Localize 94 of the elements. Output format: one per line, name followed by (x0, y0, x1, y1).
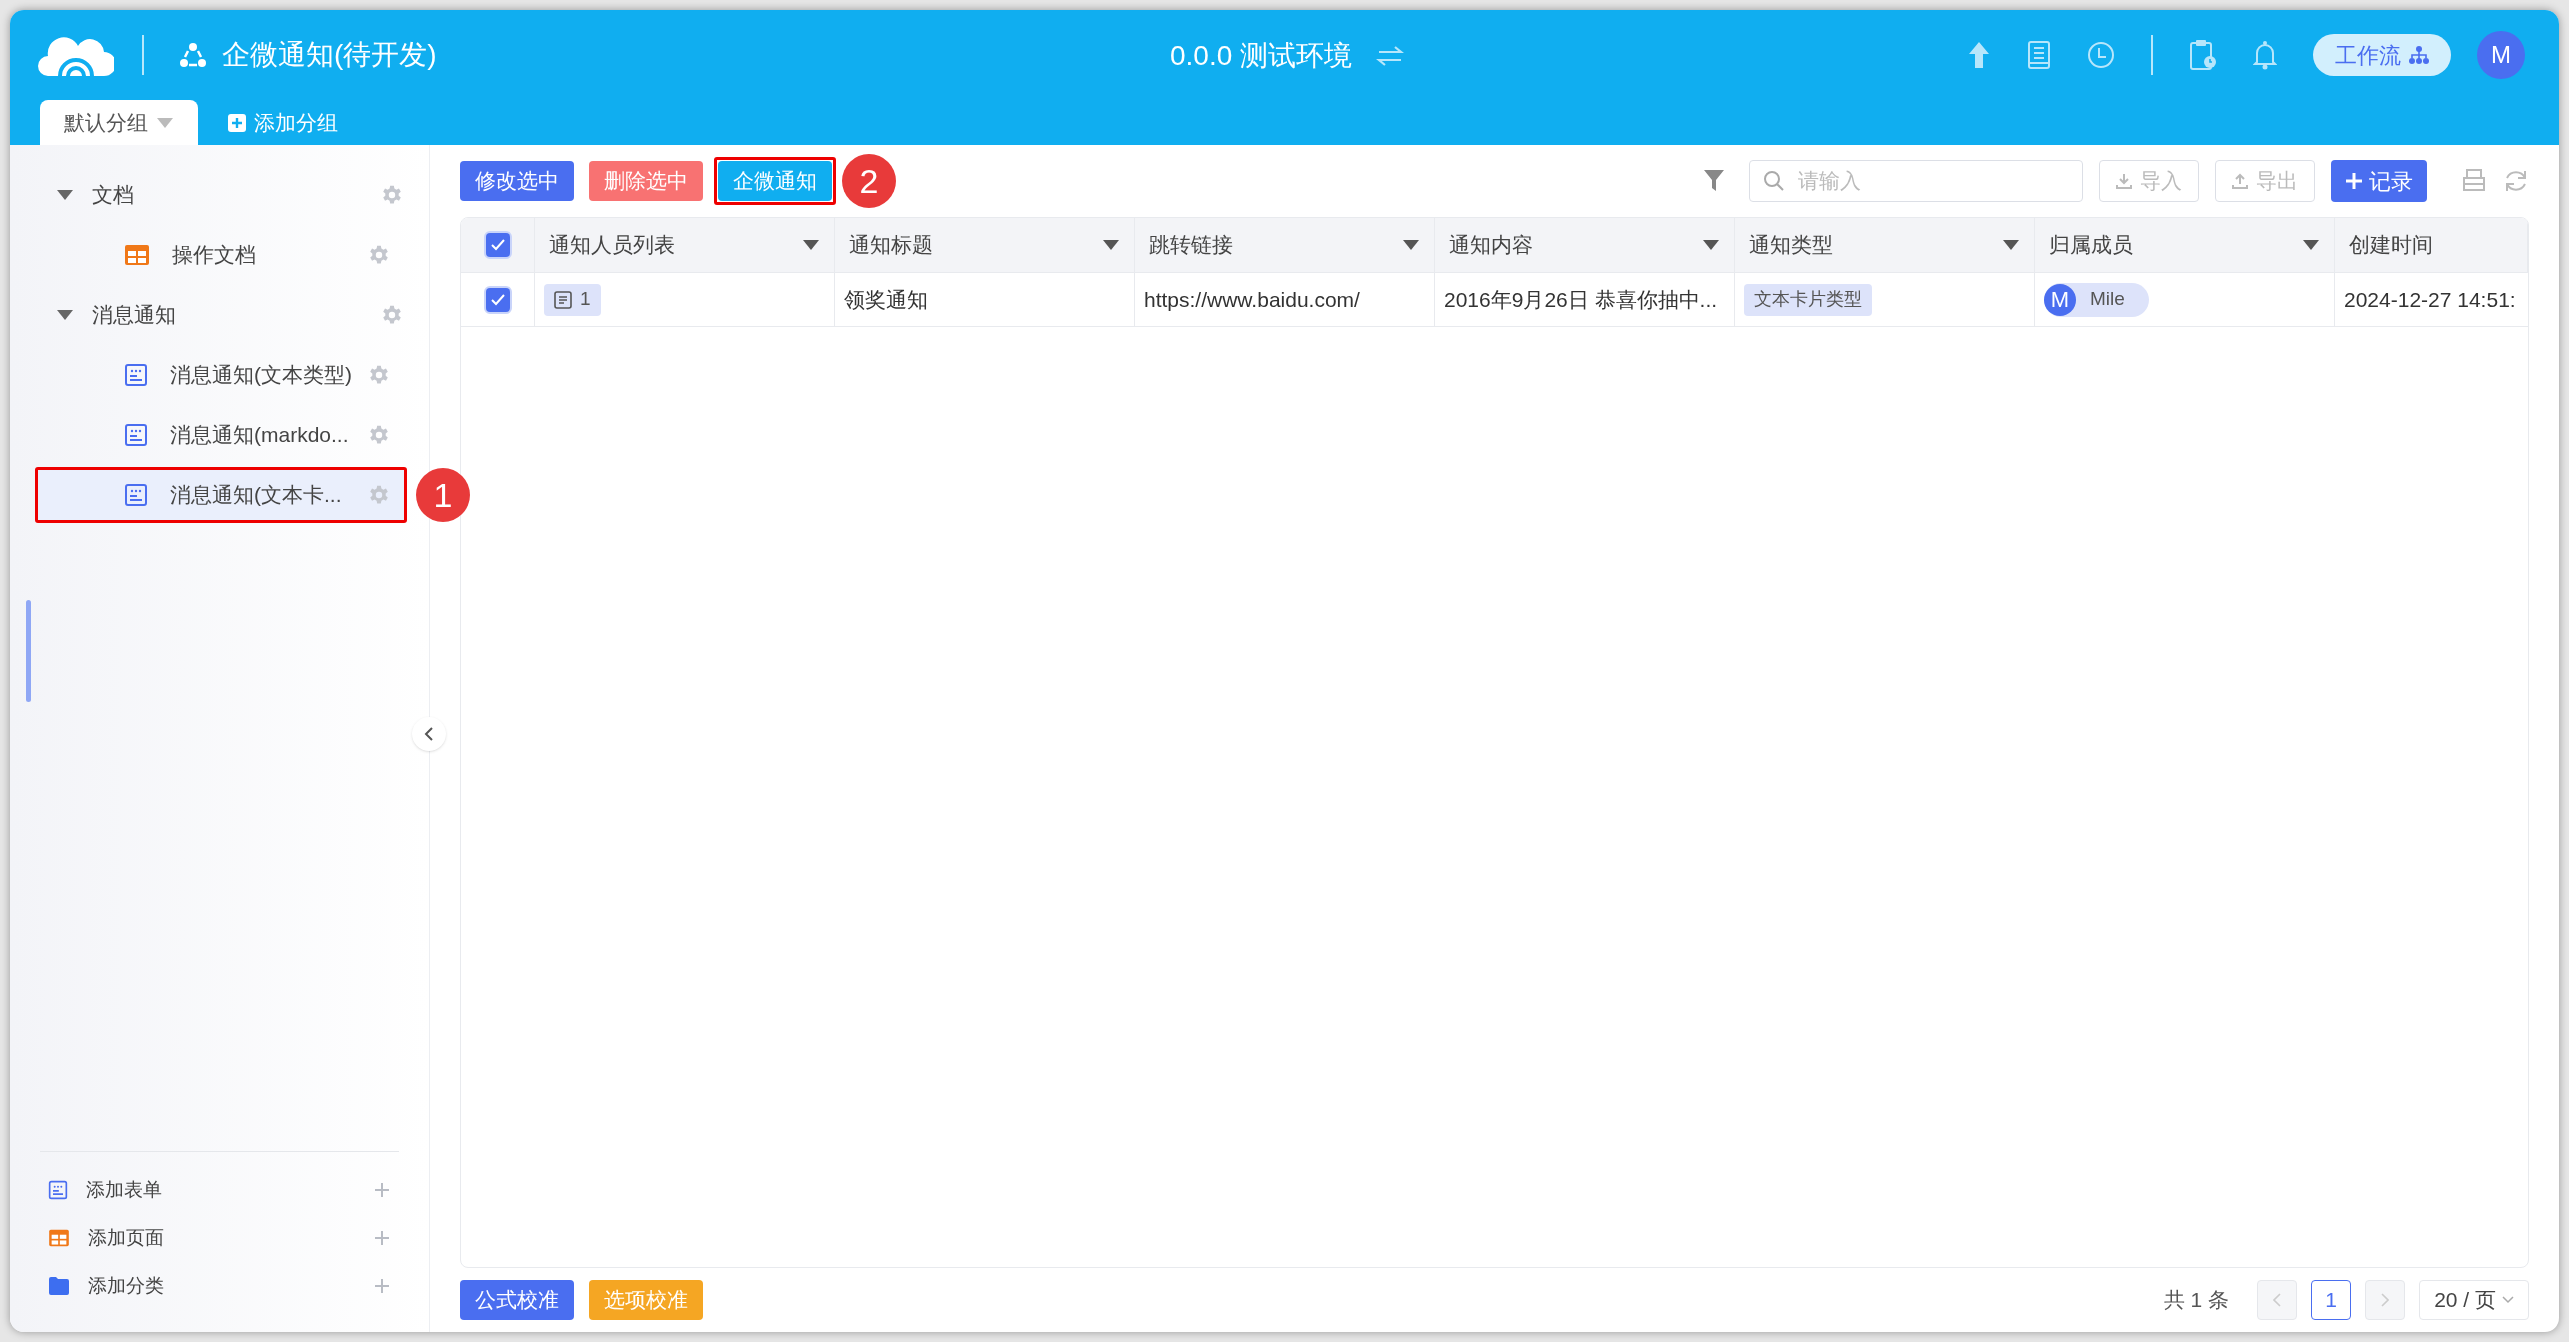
book-icon[interactable] (2027, 40, 2051, 70)
add-item-link[interactable]: 添加页面 (88, 1223, 355, 1253)
type-tag: 文本卡片类型 (1744, 283, 1872, 316)
column-header[interactable]: 跳转链接 (1149, 229, 1402, 261)
page-button[interactable]: 1 (2311, 1280, 2352, 1320)
table-cell-text: 领奖通知 (844, 286, 928, 313)
footer-button[interactable]: 公式校准 (460, 1280, 574, 1320)
table-row[interactable]: 1 领奖通知 https://www.baidu.com/ 2016年9月26日 恭喜你抽中... 文本卡片类型 M Mile 2024-12-27 14:51: (461, 273, 2528, 327)
check-icon (490, 293, 505, 306)
sitemap-icon (2409, 45, 2429, 65)
workflow-button[interactable]: 工作流 (2313, 34, 2451, 76)
table-cell-text: 2024-12-27 14:51: (2344, 286, 2516, 313)
refresh-icon[interactable] (2503, 168, 2529, 194)
chevron-left-icon (2273, 1293, 2282, 1307)
link-cell[interactable]: https://www.baidu.com/ (1144, 283, 1360, 316)
column-menu-caret-icon[interactable] (2002, 239, 2020, 251)
search-icon (1763, 170, 1785, 192)
plus-icon[interactable] (373, 1229, 391, 1247)
gear-icon[interactable] (381, 304, 403, 326)
collapse-sidebar-button[interactable] (412, 717, 446, 751)
column-menu-caret-icon[interactable] (1402, 239, 1420, 251)
app-title: 企微通知(待开发) (222, 38, 437, 72)
caret-icon[interactable] (56, 189, 74, 201)
chevron-left-icon (424, 726, 434, 742)
table-cell-text: 2016年9月26日 恭喜你抽中... (1444, 286, 1718, 313)
user-avatar[interactable]: M (2477, 31, 2525, 79)
plus-icon (2345, 172, 2363, 190)
caret-icon[interactable] (56, 309, 74, 321)
clipboard-clock-icon[interactable] (2189, 39, 2217, 71)
sidebar-item[interactable]: 消息通知(文本卡... (38, 470, 404, 520)
category-label[interactable]: 文档 (92, 179, 363, 211)
sidebar-item[interactable]: 操作文档 (38, 230, 404, 280)
column-menu-caret-icon[interactable] (802, 239, 820, 251)
step-number: 2 (842, 154, 896, 208)
column-header[interactable]: 通知类型 (1749, 229, 2002, 261)
form-icon (124, 423, 148, 447)
search-field[interactable]: 请输入 (1749, 160, 2083, 202)
row-checkbox[interactable] (485, 287, 510, 312)
form-icon (48, 1180, 68, 1200)
plus-icon[interactable] (373, 1181, 391, 1199)
page-size-select[interactable]: 20 / 页 (2419, 1280, 2529, 1320)
sidebar-item[interactable]: 消息通知(markdo... (38, 410, 404, 460)
member-count-tag[interactable]: 1 (544, 283, 601, 316)
step-number: 1 (416, 468, 470, 522)
next-page-button[interactable] (2365, 1280, 2406, 1320)
environment-name: 0.0.0 测试环境 (1170, 39, 1353, 73)
column-header[interactable]: 通知人员列表 (549, 229, 802, 261)
sidebar-item[interactable]: 消息通知(文本类型) (38, 350, 404, 400)
group-tab[interactable]: 默认分组 (40, 100, 198, 145)
download-icon (2116, 173, 2132, 189)
category-label[interactable]: 消息通知 (92, 299, 363, 331)
share-nodes-icon (178, 40, 208, 70)
column-menu-caret-icon[interactable] (1702, 239, 1720, 251)
select-all-checkbox[interactable] (485, 233, 510, 257)
chevron-right-icon (2381, 1293, 2390, 1307)
column-menu-caret-icon[interactable] (2302, 239, 2320, 251)
gear-icon[interactable] (368, 244, 390, 266)
upload-arrow-icon[interactable] (1967, 41, 1991, 69)
column-menu-caret-icon[interactable] (1102, 239, 1120, 251)
dropdown-caret-icon[interactable] (156, 116, 174, 129)
swap-icon[interactable] (1376, 44, 1405, 68)
table-icon (48, 1229, 70, 1247)
filter-icon[interactable] (1703, 169, 1725, 193)
column-header[interactable]: 通知标题 (849, 229, 1102, 261)
column-header[interactable]: 归属成员 (2049, 229, 2302, 261)
column-header[interactable]: 创建时间 (2349, 229, 2513, 261)
form-icon (124, 483, 148, 507)
plus-icon[interactable] (373, 1277, 391, 1295)
form-icon (554, 290, 572, 309)
form-icon (124, 363, 148, 387)
gear-icon[interactable] (381, 184, 403, 206)
bell-icon[interactable] (2253, 40, 2277, 70)
scroll-thumb[interactable] (26, 600, 31, 702)
chevron-down-icon (2502, 1296, 2514, 1304)
plus-square-icon (228, 113, 246, 132)
check-icon (490, 239, 505, 251)
folder-icon (48, 1276, 70, 1296)
add-record-button[interactable]: 记录 (2331, 160, 2427, 202)
column-header[interactable]: 通知内容 (1449, 229, 1702, 261)
add-item-link[interactable]: 添加表单 (86, 1175, 355, 1205)
table-icon (124, 244, 150, 266)
gear-icon[interactable] (368, 484, 390, 506)
member-avatar: M (2044, 283, 2076, 316)
action-button[interactable]: 修改选中 (460, 161, 574, 201)
clock-icon[interactable] (2087, 41, 2115, 69)
gear-icon[interactable] (368, 424, 390, 446)
member-chip[interactable]: M Mile (2044, 282, 2149, 317)
member-name: Mile (2090, 287, 2125, 312)
add-item-link[interactable]: 添加分类 (88, 1271, 355, 1301)
upload-icon (2232, 173, 2248, 189)
printer-icon[interactable] (2461, 168, 2487, 194)
gear-icon[interactable] (368, 364, 390, 386)
previous-page-button[interactable] (2257, 1280, 2298, 1320)
total-count: 共 1 条 (2163, 1287, 2230, 1314)
